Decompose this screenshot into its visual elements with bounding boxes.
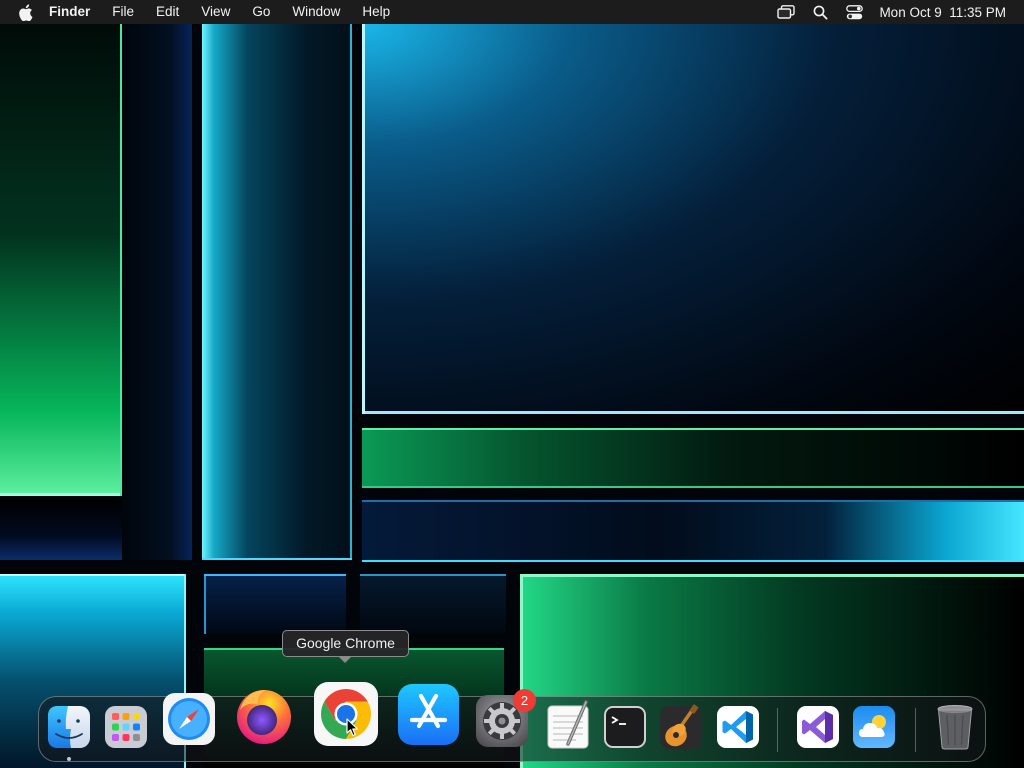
dock-item-garageband[interactable] — [659, 703, 703, 751]
menu-bar: Finder File Edit View Go Window Help Mon… — [0, 0, 1024, 24]
dock-item-firefox[interactable] — [232, 684, 296, 746]
dock-item-weather[interactable] — [852, 705, 896, 749]
dock-item-finder[interactable] — [47, 705, 91, 749]
control-center-icon[interactable] — [837, 0, 871, 24]
menu-go[interactable]: Go — [241, 0, 281, 24]
wallpaper-pane — [202, 24, 352, 560]
menu-window[interactable]: Window — [281, 0, 351, 24]
wallpaper-pane — [360, 574, 506, 634]
finder-icon — [48, 706, 90, 748]
screen-mirroring-icon[interactable] — [769, 0, 803, 24]
launchpad-icon — [105, 706, 147, 748]
desktop-wallpaper — [0, 0, 1024, 768]
apple-menu-icon[interactable] — [18, 0, 33, 24]
app-store-icon — [398, 684, 459, 745]
menu-file[interactable]: File — [101, 0, 145, 24]
dock-item-trash[interactable] — [934, 703, 976, 751]
dock-item-launchpad[interactable] — [104, 705, 148, 749]
tooltip-arrow — [338, 656, 352, 663]
dock-item-textedit[interactable] — [546, 700, 592, 750]
dock-separator — [915, 708, 916, 752]
vscode-icon — [717, 706, 759, 748]
menu-edit[interactable]: Edit — [145, 0, 190, 24]
search-icon[interactable] — [803, 0, 837, 24]
running-indicator — [67, 757, 71, 761]
dock-item-visual-studio[interactable] — [796, 705, 840, 749]
trash-icon — [937, 705, 973, 750]
textedit-icon — [547, 700, 589, 749]
mouse-cursor — [346, 718, 359, 742]
dock-item-safari[interactable] — [162, 692, 216, 746]
safari-icon — [163, 693, 215, 745]
dock-item-terminal[interactable] — [603, 705, 647, 749]
menu-view[interactable]: View — [190, 0, 241, 24]
guitar-icon — [660, 704, 702, 749]
app-name-menu[interactable]: Finder — [33, 0, 101, 24]
terminal-icon — [604, 706, 646, 748]
menu-bar-clock[interactable]: Mon Oct 9 11:35 PM — [871, 5, 1006, 20]
wallpaper-pane — [0, 24, 122, 496]
dock-item-visual-studio-code[interactable] — [716, 705, 760, 749]
firefox-icon — [237, 690, 291, 744]
wallpaper-pane — [204, 574, 346, 634]
wallpaper-pane — [122, 24, 192, 560]
menu-help[interactable]: Help — [351, 0, 401, 24]
notification-badge: 2 — [513, 689, 536, 712]
visual-studio-icon — [797, 706, 839, 748]
wallpaper-pane — [362, 24, 1024, 414]
dock-tooltip: Google Chrome — [282, 630, 409, 657]
dock-separator — [777, 708, 778, 752]
weather-icon — [853, 706, 895, 748]
dock-item-app-store[interactable] — [397, 683, 460, 746]
wallpaper-pane — [362, 428, 1024, 488]
wallpaper-pane — [362, 500, 1024, 562]
